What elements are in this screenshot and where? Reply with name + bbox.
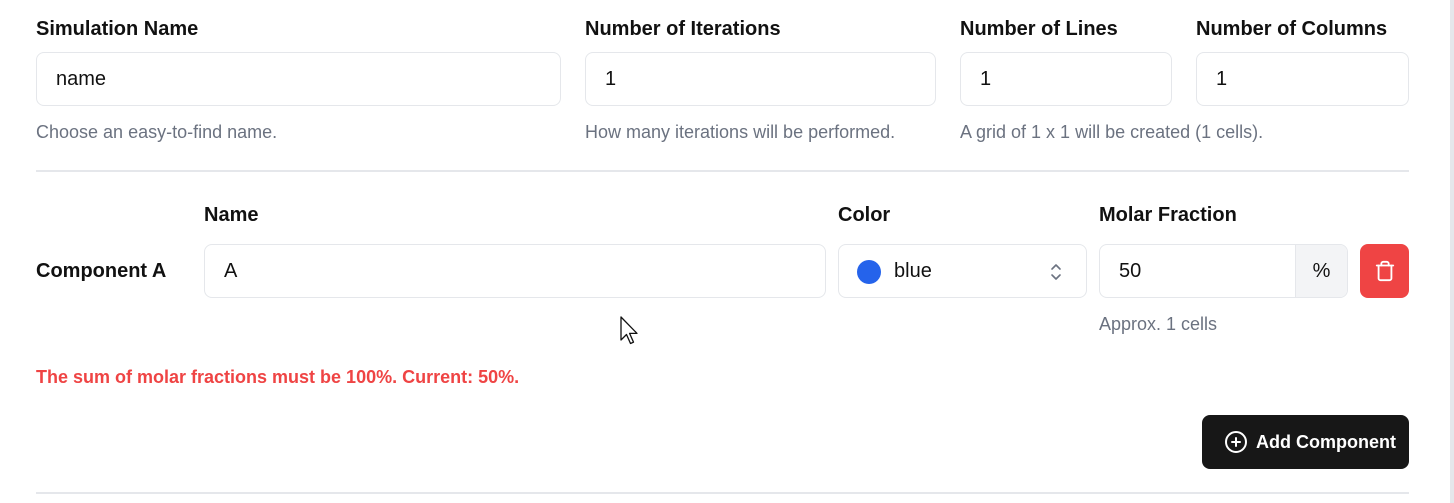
percent-addon: % xyxy=(1295,245,1347,297)
columns-label: Number of Columns xyxy=(1196,18,1388,40)
plus-circle-icon xyxy=(1225,431,1247,453)
iterations-label: Number of Iterations xyxy=(585,18,781,40)
iterations-help: How many iterations will be performed. xyxy=(585,122,896,142)
grid-help: A grid of 1 x 1 will be created (1 cells… xyxy=(960,122,1264,142)
component-color-header: Color xyxy=(838,204,891,226)
chevrons-up-down-icon xyxy=(1050,262,1062,282)
section-divider xyxy=(36,170,1409,172)
component-name-input[interactable] xyxy=(204,244,826,298)
delete-component-button[interactable] xyxy=(1360,244,1409,298)
iterations-input[interactable] xyxy=(585,52,936,106)
color-select-value: blue xyxy=(894,260,932,282)
lines-label: Number of Lines xyxy=(960,18,1118,40)
component-color-select[interactable]: blue xyxy=(838,244,1087,298)
add-component-label: Add Component xyxy=(1256,432,1396,452)
molar-fraction-input[interactable] xyxy=(1100,245,1295,297)
component-label: Component A xyxy=(36,260,167,282)
bottom-divider xyxy=(36,492,1409,494)
molar-sum-error: The sum of molar fractions must be 100%.… xyxy=(36,367,520,387)
component-name-header: Name xyxy=(204,204,259,226)
mouse-pointer-icon xyxy=(620,316,638,345)
columns-input[interactable] xyxy=(1196,52,1409,106)
cells-help: Approx. 1 cells xyxy=(1099,314,1218,334)
simulation-name-help: Choose an easy-to-find name. xyxy=(36,122,278,142)
scrollbar-track[interactable] xyxy=(1450,0,1454,503)
component-molar-header: Molar Fraction xyxy=(1099,204,1237,226)
color-swatch xyxy=(857,260,881,284)
molar-fraction-group: % xyxy=(1099,244,1348,298)
lines-input[interactable] xyxy=(960,52,1172,106)
add-component-button[interactable]: Add Component xyxy=(1202,415,1409,469)
simulation-form: Simulation Name Choose an easy-to-find n… xyxy=(0,0,1454,503)
simulation-name-label: Simulation Name xyxy=(36,18,199,40)
trash-icon xyxy=(1375,260,1395,282)
simulation-name-input[interactable] xyxy=(36,52,561,106)
